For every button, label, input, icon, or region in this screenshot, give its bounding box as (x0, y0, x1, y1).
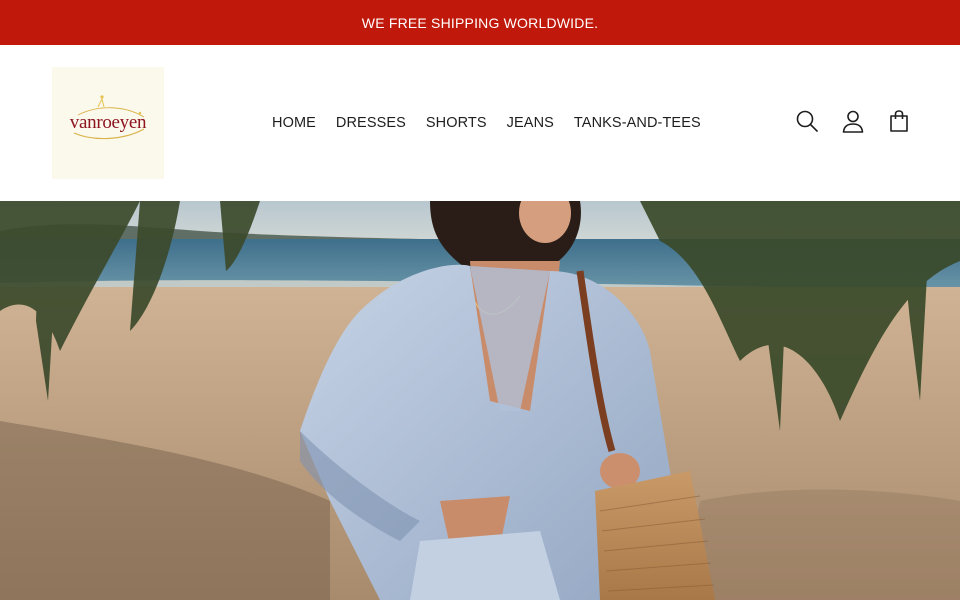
search-icon (796, 110, 818, 132)
logo-wordmark: vanroeyen (69, 112, 147, 133)
cart-button[interactable] (886, 108, 912, 134)
announcement-bar: WE FREE SHIPPING WORLDWIDE. (0, 0, 960, 45)
nav-item-jeans[interactable]: JEANS (497, 115, 564, 131)
nav-item-tanks-and-tees[interactable]: TANKS-AND-TEES (564, 115, 711, 131)
account-button[interactable] (840, 108, 866, 134)
cart-icon (890, 110, 908, 132)
account-icon (842, 110, 864, 133)
nav-item-dresses[interactable]: DRESSES (326, 115, 416, 131)
header-icons (794, 108, 912, 134)
main-navigation: HOME DRESSES SHORTS JEANS TANKS-AND-TEES (262, 45, 711, 201)
announcement-text: WE FREE SHIPPING WORLDWIDE. (361, 14, 599, 31)
hero-image (0, 201, 960, 600)
hero-banner[interactable] (0, 201, 960, 600)
brand-logo[interactable]: vanroeyen (52, 67, 164, 179)
nav-item-home[interactable]: HOME (262, 115, 326, 131)
nav-item-shorts[interactable]: SHORTS (416, 115, 497, 131)
site-header: vanroeyen HOME DRESSES SHORTS JEANS TANK… (0, 45, 960, 201)
search-button[interactable] (794, 108, 820, 134)
